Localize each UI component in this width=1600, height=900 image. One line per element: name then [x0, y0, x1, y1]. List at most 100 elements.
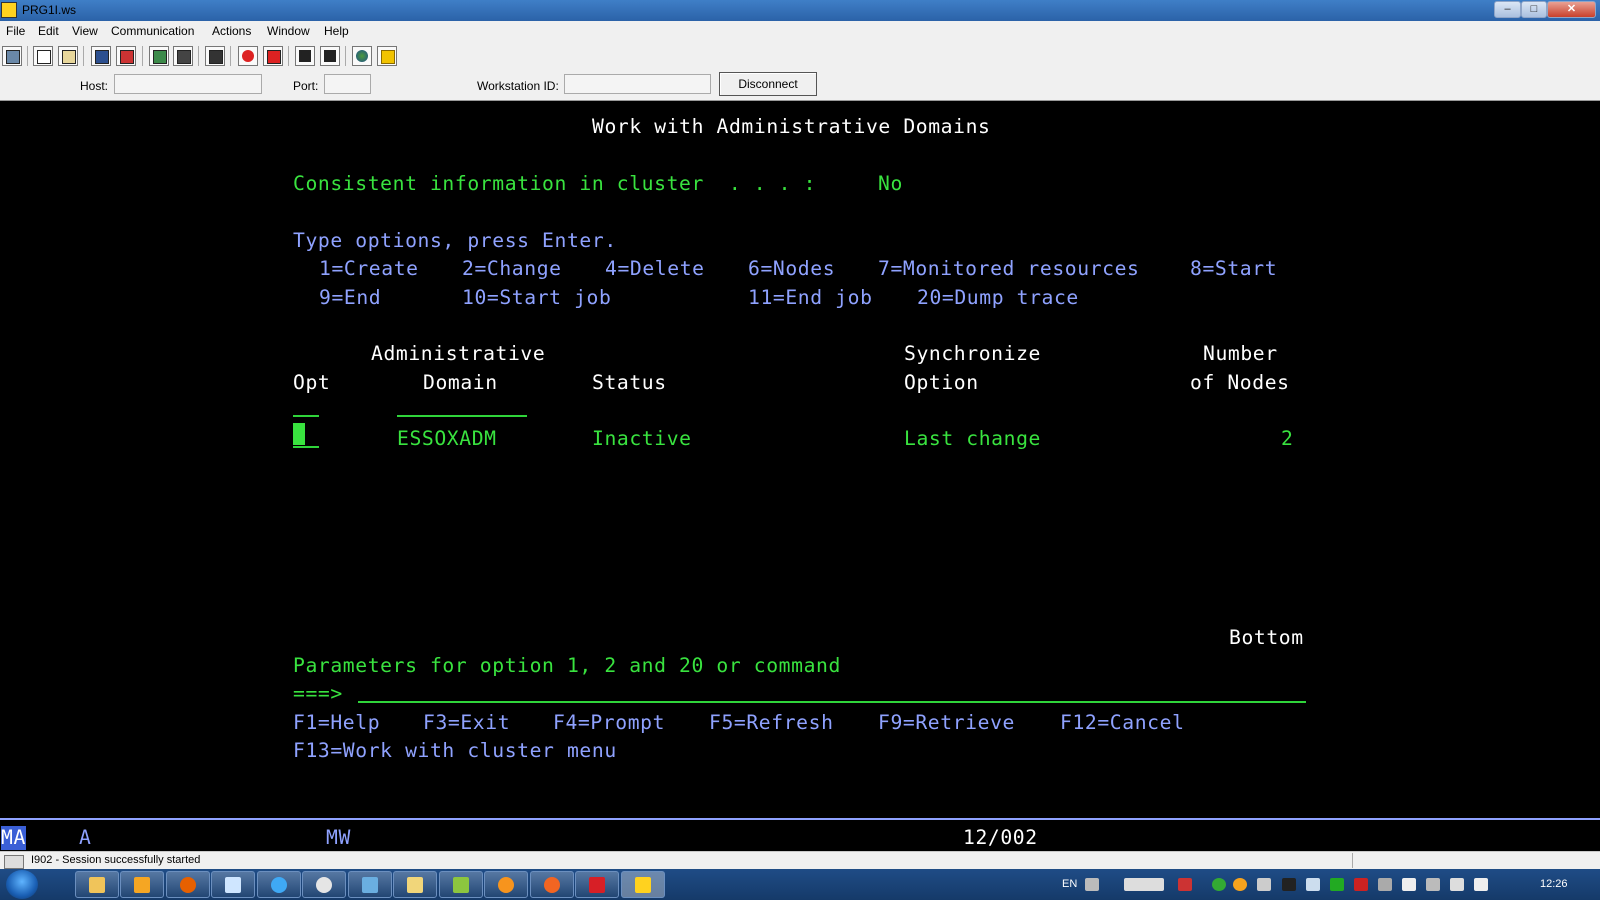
menu-communication[interactable]: Communication: [111, 24, 194, 38]
toolbar-separator: [230, 46, 231, 66]
globe-icon[interactable]: [352, 46, 372, 66]
menu-edit[interactable]: Edit: [38, 24, 59, 38]
fkey-help[interactable]: F1=Help: [293, 711, 380, 735]
toolbar-separator: [288, 46, 289, 66]
menu-window[interactable]: Window: [267, 24, 310, 38]
window-title: PRG1I.ws: [22, 3, 77, 17]
option-delete: 4=Delete: [605, 257, 705, 280]
keyboard-icon[interactable]: [1085, 878, 1099, 891]
minimize-button[interactable]: –: [1494, 1, 1521, 18]
header-status: Status: [592, 371, 667, 394]
warning-icon[interactable]: [1354, 878, 1368, 891]
media-player-icon[interactable]: [120, 871, 164, 898]
green-app-icon[interactable]: [439, 871, 483, 898]
menu-view[interactable]: View: [72, 24, 98, 38]
menu-file[interactable]: File: [6, 24, 25, 38]
option-change: 2=Change: [462, 257, 562, 280]
pcomm-icon[interactable]: [621, 871, 665, 898]
usb-icon[interactable]: [1378, 878, 1392, 891]
workstation-id-field[interactable]: [564, 74, 711, 94]
clock-app-icon[interactable]: [302, 871, 346, 898]
firefox-icon[interactable]: [166, 871, 210, 898]
file-explorer-icon[interactable]: [75, 871, 119, 898]
header-option: Option: [904, 371, 979, 394]
fkey-prompt[interactable]: F4=Prompt: [553, 711, 665, 735]
copy-icon[interactable]: [33, 46, 53, 66]
terminal-screen[interactable]: Work with Administrative Domains Consist…: [0, 101, 1600, 816]
toolbar: [0, 42, 1600, 71]
language-indicator[interactable]: EN: [1062, 878, 1077, 890]
notepad-icon[interactable]: [211, 871, 255, 898]
fkey-cancel[interactable]: F12=Cancel: [1060, 711, 1185, 735]
play-macro-icon[interactable]: [295, 46, 315, 66]
print-screen-icon[interactable]: [2, 46, 22, 66]
menu-actions[interactable]: Actions: [212, 24, 251, 38]
toolbar-separator: [345, 46, 346, 66]
network-status-icon[interactable]: [1450, 878, 1464, 891]
battery-icon[interactable]: [1426, 878, 1440, 891]
oia-indicator: MA: [1, 826, 26, 850]
internet-explorer-icon[interactable]: [257, 871, 301, 898]
status-message: I902 - Session successfully started: [31, 854, 201, 866]
alert-icon[interactable]: [1178, 878, 1192, 891]
option-end-job: 11=End job: [748, 286, 873, 309]
volume-icon[interactable]: [1474, 878, 1488, 891]
update-icon[interactable]: [1233, 878, 1247, 891]
app-icon: [1, 2, 17, 18]
clock[interactable]: 12:26: [1540, 878, 1568, 890]
start-button[interactable]: [6, 870, 38, 899]
monitor-icon[interactable]: [1330, 878, 1344, 891]
wifi-icon[interactable]: [1306, 878, 1320, 891]
keypad-icon[interactable]: [173, 46, 193, 66]
bottom-indicator: Bottom: [1229, 626, 1304, 649]
option-create: 1=Create: [319, 257, 419, 280]
bluetooth-icon[interactable]: [1402, 878, 1416, 891]
shield-icon[interactable]: [1282, 878, 1296, 891]
acrobat-icon[interactable]: [575, 871, 619, 898]
opt-column-underline: [293, 415, 319, 417]
paste-icon[interactable]: [58, 46, 78, 66]
opt-input-underline: [293, 446, 319, 448]
receive-icon[interactable]: [116, 46, 136, 66]
signal-strength-icon[interactable]: [1124, 878, 1164, 891]
fkey-retrieve[interactable]: F9=Retrieve: [878, 711, 1015, 735]
folders-icon[interactable]: [393, 871, 437, 898]
stop-macro-icon[interactable]: [263, 46, 283, 66]
domain-column-underline: [397, 415, 527, 417]
option-start: 8=Start: [1190, 257, 1278, 280]
orange-app-icon[interactable]: [484, 871, 528, 898]
security-icon[interactable]: [1212, 878, 1226, 891]
header-domain: Domain: [423, 371, 498, 394]
port-field[interactable]: [324, 74, 371, 94]
maximize-button[interactable]: □: [1521, 1, 1547, 18]
host-field[interactable]: [114, 74, 262, 94]
disconnect-button[interactable]: Disconnect: [719, 72, 817, 96]
consistent-info-label: Consistent information in cluster . . . …: [293, 172, 817, 195]
nodes-value: 2: [1281, 427, 1294, 450]
connection-bar: Host: Port: Workstation ID: Disconnect: [0, 70, 1600, 101]
sametime-icon[interactable]: [530, 871, 574, 898]
command-prompt: ===>: [293, 682, 343, 705]
network-icon[interactable]: [348, 871, 392, 898]
close-button[interactable]: ✕: [1547, 1, 1596, 18]
workstation-label: Workstation ID:: [477, 79, 559, 93]
fkey-exit[interactable]: F3=Exit: [423, 711, 510, 735]
status-divider: [1352, 853, 1353, 868]
run-macro-icon[interactable]: [320, 46, 340, 66]
cursor-position: 12/002: [963, 826, 1038, 849]
display-icon[interactable]: [149, 46, 169, 66]
lock-icon[interactable]: [1257, 878, 1271, 891]
port-label: Port:: [293, 79, 319, 93]
title-bar: PRG1I.ws – □ ✕: [0, 0, 1600, 21]
fkey-refresh[interactable]: F5=Refresh: [709, 711, 834, 735]
toolbar-separator: [27, 46, 28, 66]
operator-information-area: MA A MW 12/002: [0, 818, 1600, 852]
help-icon[interactable]: [377, 46, 397, 66]
command-input-underline: [358, 701, 1306, 703]
option-start-job: 10=Start job: [462, 286, 612, 309]
menu-help[interactable]: Help: [324, 24, 349, 38]
macro-icon[interactable]: [205, 46, 225, 66]
send-icon[interactable]: [91, 46, 111, 66]
record-macro-icon[interactable]: [238, 46, 258, 66]
fkey-work-with-cluster-menu[interactable]: F13=Work with cluster menu: [293, 739, 617, 763]
